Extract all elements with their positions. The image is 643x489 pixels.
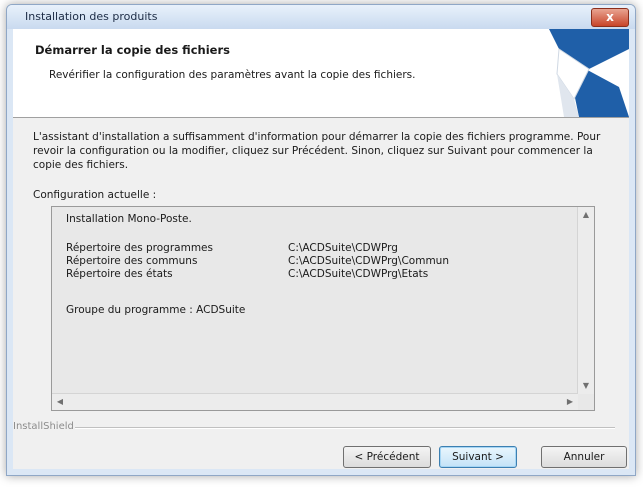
install-mode: Installation Mono-Poste. <box>66 213 192 225</box>
back-button[interactable]: < Précédent <box>343 446 431 468</box>
dir-path-communs: C:\ACDSuite\CDWPrg\Commun <box>288 255 449 267</box>
dir-name-etats: Répertoire des états <box>66 268 173 280</box>
installshield-logo-icon <box>549 29 629 117</box>
next-button[interactable]: Suivant > <box>439 446 517 468</box>
program-group: Groupe du programme : ACDSuite <box>66 304 246 316</box>
dir-path-programs: C:\ACDSuite\CDWPrg <box>288 242 398 254</box>
scroll-left-icon[interactable]: ◀ <box>52 394 68 410</box>
horizontal-scrollbar[interactable]: ◀ ▶ <box>52 393 578 410</box>
dir-path-etats: C:\ACDSuite\CDWPrg\Etats <box>288 268 429 280</box>
dir-name-programs: Répertoire des programmes <box>66 242 213 254</box>
intro-text: L'assistant d'installation a suffisammen… <box>33 131 601 171</box>
header-band: Démarrer la copie des fichiers Revérifie… <box>13 29 629 118</box>
step-title: Démarrer la copie des fichiers <box>35 43 230 57</box>
scroll-right-icon[interactable]: ▶ <box>562 394 578 410</box>
footer-divider <box>75 427 615 429</box>
window-title: Installation des produits <box>25 10 158 23</box>
cancel-button[interactable]: Annuler <box>541 446 627 468</box>
scroll-down-icon[interactable]: ▼ <box>578 378 594 394</box>
dir-name-communs: Répertoire des communs <box>66 255 198 267</box>
config-label: Configuration actuelle : <box>33 189 157 201</box>
vertical-scrollbar[interactable]: ▲ ▼ <box>577 207 594 394</box>
config-summary-box[interactable]: Installation Mono-Poste. Répertoire des … <box>51 206 595 411</box>
installer-window: Installation des produits x Démarrer la … <box>6 4 636 476</box>
scroll-up-icon[interactable]: ▲ <box>578 207 594 223</box>
dialog-body: Démarrer la copie des fichiers Revérifie… <box>13 29 629 469</box>
close-button[interactable]: x <box>591 8 629 27</box>
step-subtitle: Revérifier la configuration des paramètr… <box>49 69 416 81</box>
title-bar[interactable]: Installation des produits x <box>7 5 635 29</box>
installshield-label: InstallShield <box>13 421 74 432</box>
